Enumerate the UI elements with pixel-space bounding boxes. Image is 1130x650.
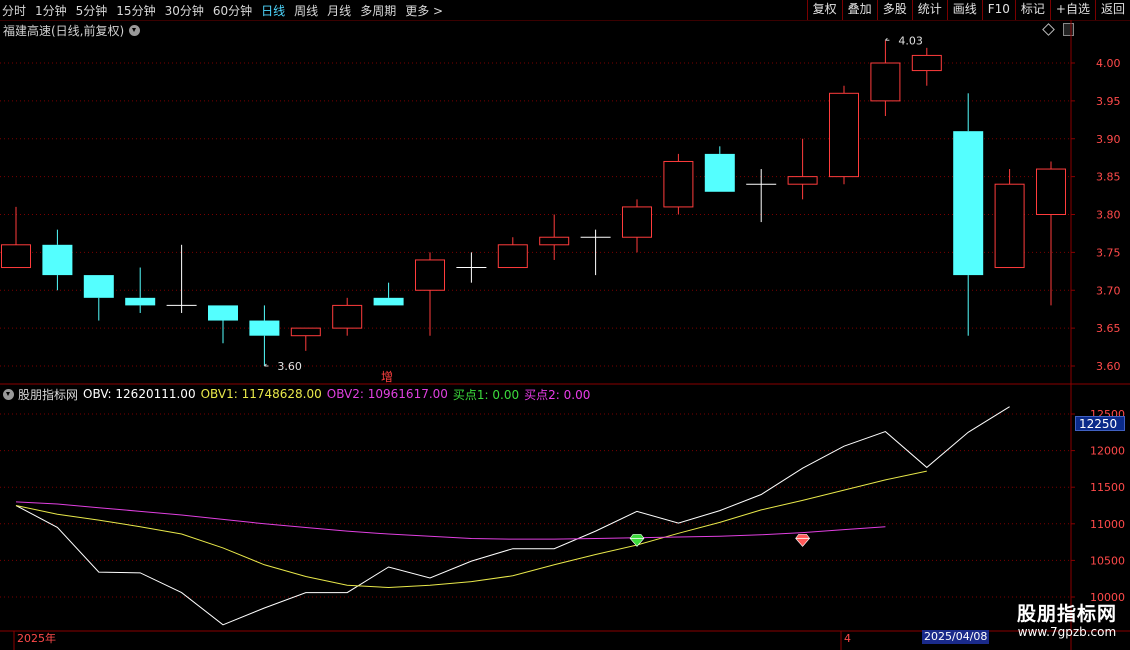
candle-up xyxy=(290,327,321,337)
price-tick-label: 3.95 xyxy=(1096,95,1121,108)
obv-value: OBV: 12620111.00 xyxy=(83,387,196,401)
candle-up xyxy=(870,62,901,102)
candle-up xyxy=(1036,168,1066,216)
buy-point-marker xyxy=(795,534,810,547)
indicator-header: 股朋指标网 OBV: 12620111.00 OBV1: 11748628.00… xyxy=(3,386,595,402)
candle-down xyxy=(249,320,280,336)
obv-tick-label: 11000 xyxy=(1090,518,1125,531)
candle-up xyxy=(663,160,694,208)
candle-down xyxy=(125,297,156,306)
indicator-name: 股朋指标网 xyxy=(18,387,79,402)
candle-down xyxy=(953,131,984,276)
candle-up xyxy=(497,244,528,269)
candle-down xyxy=(83,275,114,298)
price-tick-label: 3.80 xyxy=(1096,209,1121,222)
site-logo: 股朋指标网 www.7gpzb.com xyxy=(1012,603,1122,640)
candle-down xyxy=(42,244,73,276)
candle-up xyxy=(829,92,859,178)
obv-tick-label: 12000 xyxy=(1090,445,1125,458)
kline-chart[interactable]: 3.60 4.03 3.60 3.65 3.70 3.75 3.80 3.85 3.90 3.9… xyxy=(0,0,1130,650)
buy2-value: 买点2: 0.00 xyxy=(524,387,591,402)
obv-line-obv xyxy=(15,406,1010,626)
candle-up xyxy=(539,236,570,246)
price-tick-label: 3.75 xyxy=(1096,246,1121,259)
current-obv-label: 12250 xyxy=(1075,416,1125,431)
obv2-value: OBV2: 10961617.00 xyxy=(326,387,448,401)
obv-tick-label: 10500 xyxy=(1090,554,1125,567)
candle-down xyxy=(208,305,238,321)
price-tick-label: 4.00 xyxy=(1096,57,1121,70)
candle-down xyxy=(373,297,404,306)
indicator-dropdown-icon[interactable] xyxy=(3,388,14,400)
obv-tick-label: 11500 xyxy=(1090,481,1125,494)
logo-title: 股朋指标网 xyxy=(1016,603,1117,625)
candle-up xyxy=(911,54,942,72)
extreme-arrow xyxy=(264,363,269,367)
candle-up xyxy=(994,183,1025,269)
extreme-arrow xyxy=(885,37,890,41)
price-tick-label: 3.90 xyxy=(1096,133,1121,146)
extreme-label: 3.60 xyxy=(277,360,302,373)
candle-up xyxy=(622,206,652,238)
candle-up xyxy=(332,304,363,329)
zeng-marker: 增 xyxy=(381,370,393,384)
cursor-date: 2025/04/08 xyxy=(922,630,990,644)
extreme-label: 4.03 xyxy=(898,34,923,47)
candle-down xyxy=(704,153,735,192)
price-tick-label: 3.65 xyxy=(1096,322,1121,335)
logo-url: www.7gpzb.com xyxy=(1017,625,1117,639)
candle-up xyxy=(787,176,818,185)
x-axis-start-label: 2025年 xyxy=(17,631,56,645)
buy-point-marker xyxy=(629,534,645,547)
price-tick-label: 3.85 xyxy=(1096,171,1121,184)
candle-up xyxy=(1,244,31,269)
candle-up xyxy=(415,259,445,291)
obv1-value: OBV1: 11748628.00 xyxy=(200,387,322,401)
price-tick-label: 3.60 xyxy=(1096,360,1121,373)
price-tick-label: 3.70 xyxy=(1096,284,1121,297)
buy1-value: 买点1: 0.00 xyxy=(452,387,520,402)
obv-line-obv2 xyxy=(15,501,886,540)
x-axis-month-label: 4 xyxy=(844,632,851,645)
obv-line-obv1 xyxy=(15,470,927,588)
